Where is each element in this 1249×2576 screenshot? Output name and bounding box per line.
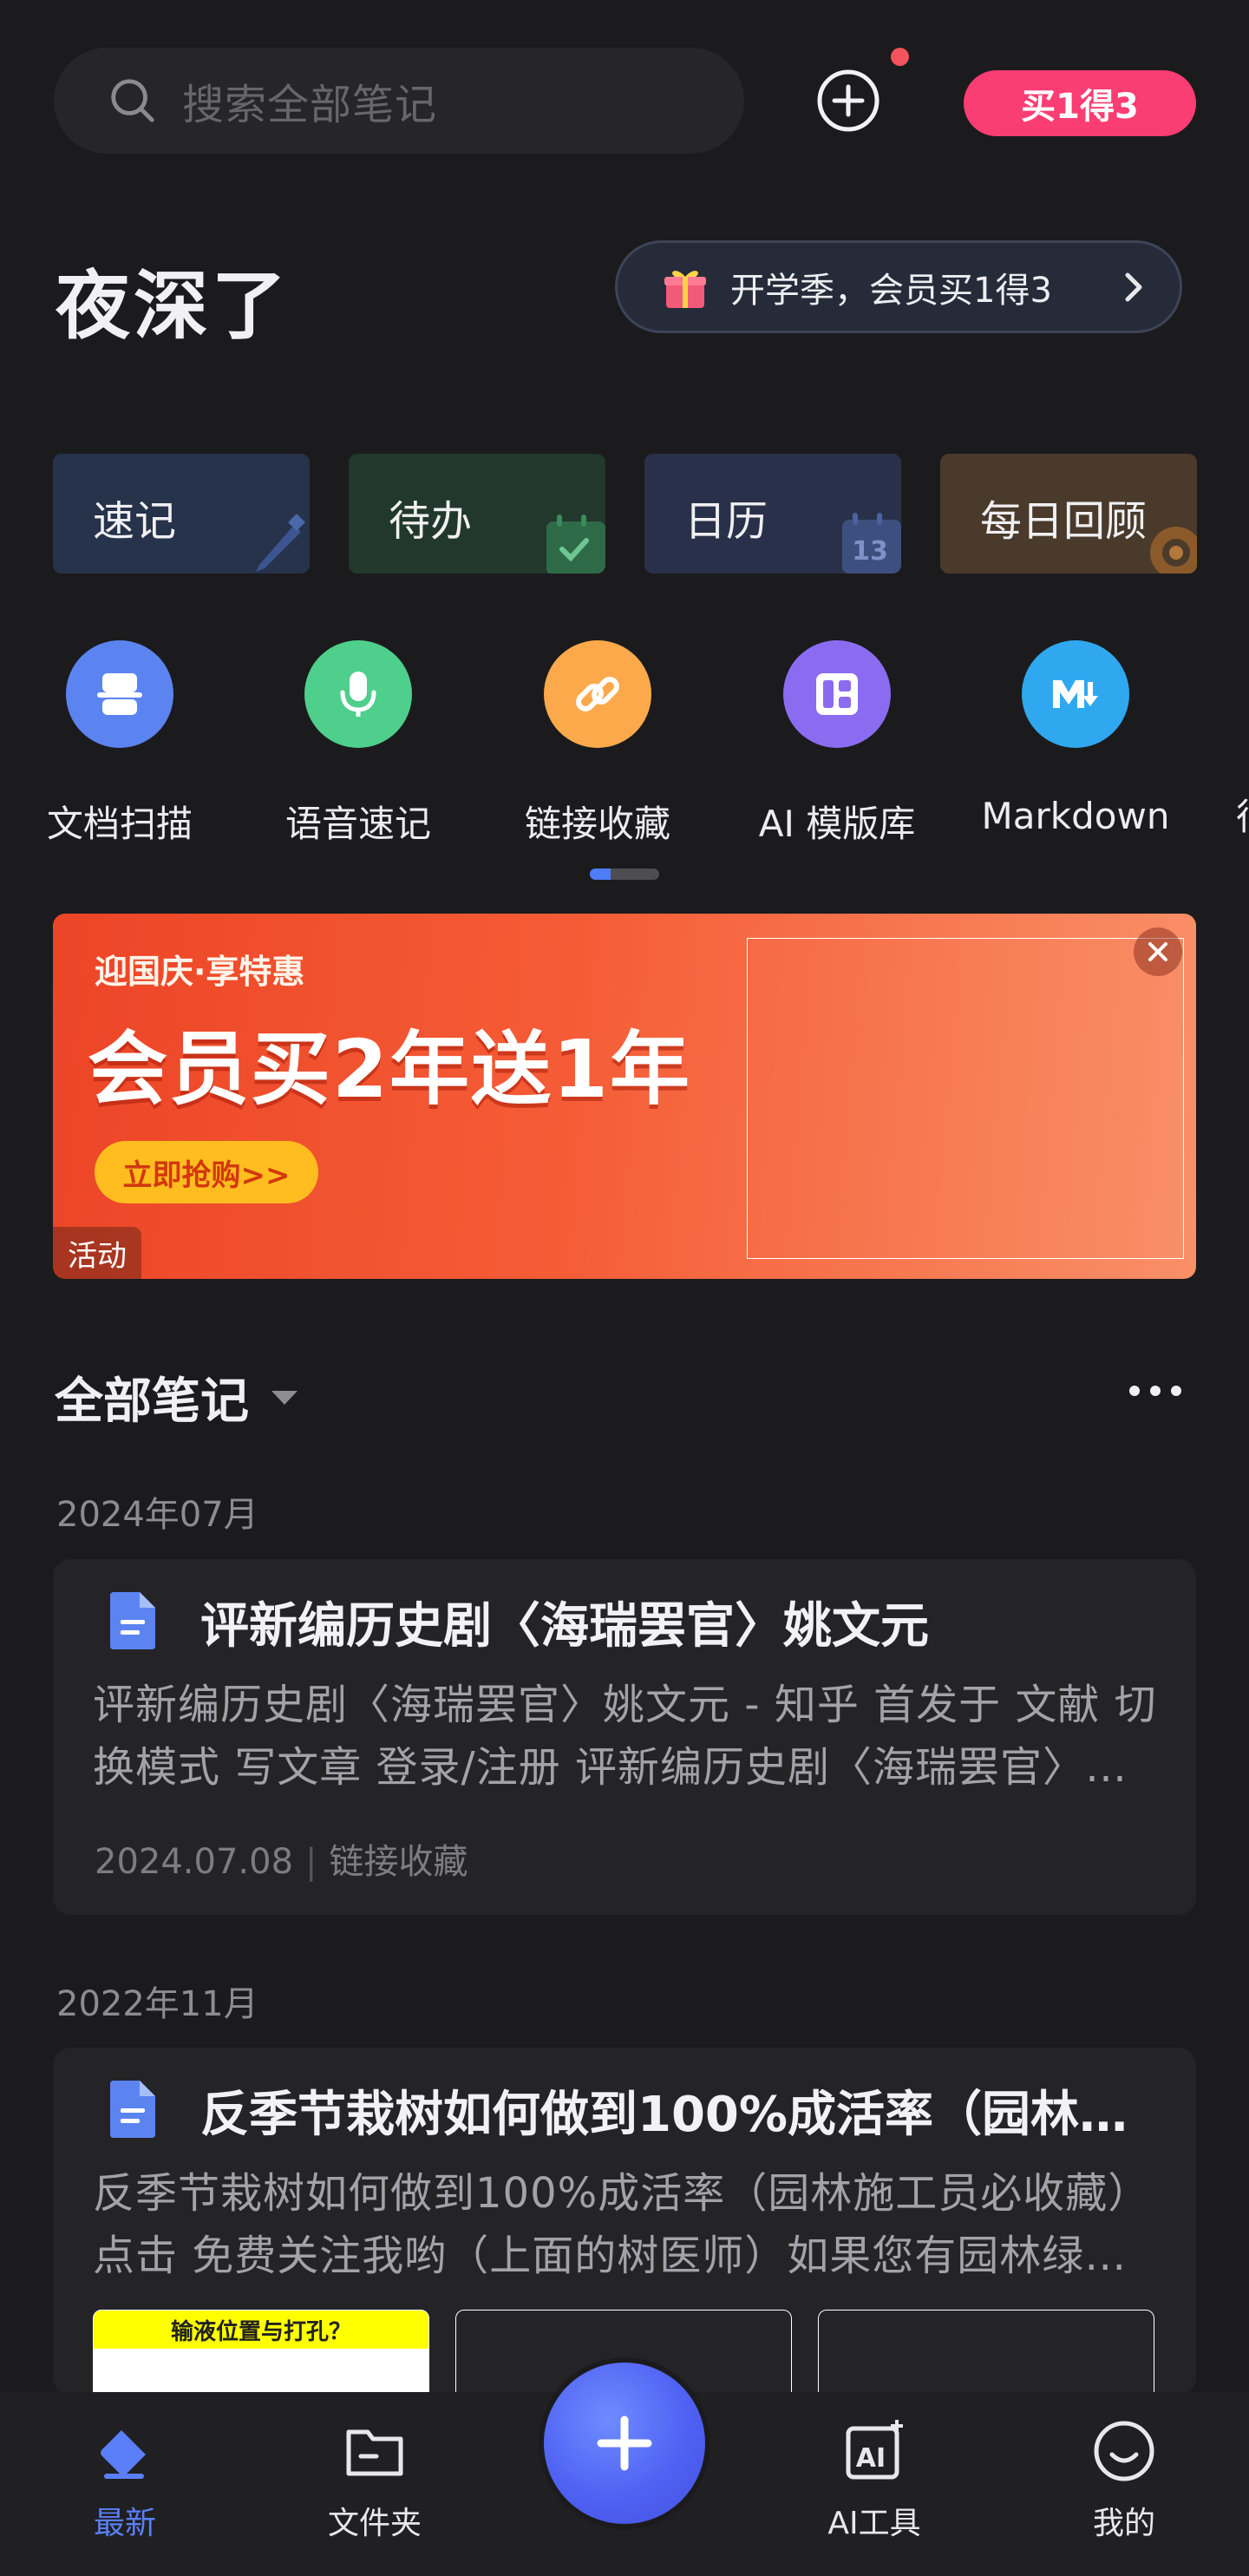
- calendar-icon: 13: [842, 513, 901, 574]
- ai-tools-icon: AI: [846, 2420, 903, 2480]
- quick-card-quick-note[interactable]: 速记: [53, 454, 310, 574]
- banner-cta-button[interactable]: 立即抢购>>: [95, 1141, 318, 1203]
- calendar-day: 13: [852, 536, 888, 567]
- tool-label: 链接收藏: [524, 803, 670, 845]
- quick-card-calendar[interactable]: 日历 13: [644, 454, 901, 574]
- link-icon: [576, 677, 619, 711]
- nav-tab-ai-tools[interactable]: AI AI工具: [788, 2416, 961, 2543]
- document-icon: [110, 1592, 155, 1649]
- tools-page-indicator: [590, 868, 659, 880]
- note-thumbnail: 输液位置与打孔？: [93, 2310, 429, 2395]
- note-thumbnail: [818, 2310, 1154, 2395]
- banner-subtitle: 迎国庆·享特惠: [95, 953, 305, 991]
- tool-label: AI 模版库: [758, 803, 916, 845]
- thumbnail-caption: 输液位置与打孔？: [94, 2311, 428, 2349]
- note-snippet: 评新编历史剧〈海瑞罢官〉姚文元 - 知乎 首发于 文献 切换模式 写文章 登录/…: [93, 1681, 1157, 1792]
- quick-card-label: 日历: [684, 497, 768, 546]
- notification-dot: [891, 48, 909, 66]
- notes-filter-dropdown[interactable]: 全部笔记: [55, 1362, 299, 1432]
- nav-tab-folders[interactable]: 文件夹: [288, 2416, 461, 2543]
- note-title: 评新编历史剧〈海瑞罢官〉姚文元: [200, 1598, 929, 1655]
- close-icon[interactable]: [1134, 927, 1182, 976]
- month-header: 2022年11月: [56, 1984, 258, 2024]
- campaign-pill-button[interactable]: 开学季，会员买1得3: [615, 240, 1182, 333]
- quick-card-label: 待办: [389, 497, 473, 546]
- tool-voice-note[interactable]: 语音速记: [245, 640, 471, 848]
- markdown-icon: [1053, 680, 1098, 708]
- quick-card-todo[interactable]: 待办: [349, 454, 605, 574]
- folder-icon: [346, 2429, 403, 2476]
- note-source: 链接收藏: [329, 1842, 468, 1882]
- campaign-text: 开学季，会员买1得3: [730, 270, 1052, 311]
- caret-down-icon: [271, 1390, 298, 1405]
- banner-illustration: [747, 938, 1184, 1259]
- search-placeholder: 搜索全部笔记: [182, 81, 438, 129]
- nav-label: 文件夹: [327, 2506, 422, 2541]
- note-date: 2024.07.08: [95, 1842, 294, 1882]
- quick-card-label: 每日回顾: [980, 497, 1148, 546]
- search-icon: [111, 79, 154, 122]
- gift-icon: [664, 270, 706, 308]
- tool-markdown[interactable]: Markdown: [963, 640, 1188, 837]
- latest-icon: [101, 2430, 146, 2479]
- chevron-right-icon: [1125, 272, 1142, 301]
- month-header: 2024年07月: [56, 1495, 258, 1535]
- tool-link-collect[interactable]: 链接收藏: [485, 640, 710, 848]
- note-snippet: 反季节栽树如何做到100%成活率（园林施工员必收藏）点击 免费关注我哟（上面的树…: [93, 2169, 1151, 2280]
- note-meta: 2024.07.08 | 链接收藏: [95, 1842, 468, 1882]
- svg-text:AI: AI: [856, 2443, 886, 2474]
- plus-icon: [597, 2415, 652, 2471]
- note-card[interactable]: 评新编历史剧〈海瑞罢官〉姚文元 评新编历史剧〈海瑞罢官〉姚文元 - 知乎 首发于…: [53, 1559, 1196, 1915]
- check-icon: [546, 515, 605, 574]
- note-card[interactable]: 反季节栽树如何做到100%成活率（园林施工员必收藏） 反季节栽树如何做到100%…: [53, 2048, 1196, 2395]
- document-icon: [110, 2081, 155, 2138]
- smiley-icon: [1094, 2421, 1154, 2481]
- review-icon: [1150, 527, 1197, 574]
- add-icon[interactable]: [815, 68, 881, 134]
- quick-card-daily-review[interactable]: 每日回顾: [940, 454, 1197, 574]
- microphone-icon: [340, 672, 376, 717]
- tool-label: Markdown: [981, 795, 1170, 837]
- more-icon[interactable]: [1128, 1384, 1183, 1398]
- nav-tab-latest[interactable]: 最新: [38, 2416, 212, 2543]
- tool-label-partial[interactable]: 很: [1236, 788, 1249, 841]
- pencil-icon: [256, 514, 305, 572]
- scan-icon: [97, 673, 142, 715]
- quick-card-label: 速记: [93, 497, 177, 546]
- template-icon: [816, 673, 858, 715]
- banner-tag: 活动: [53, 1227, 141, 1279]
- nav-tab-profile[interactable]: 我的: [1037, 2416, 1211, 2543]
- nav-label: AI工具: [827, 2506, 921, 2541]
- nav-label: 我的: [1092, 2506, 1155, 2541]
- tool-label: 文档扫描: [46, 803, 193, 845]
- tool-document-scan[interactable]: 文档扫描: [7, 640, 232, 848]
- note-title: 反季节栽树如何做到100%成活率（园林施工员必收藏）: [200, 2087, 1163, 2143]
- promo-banner[interactable]: 迎国庆·享特惠 会员买2年送1年 立即抢购>> 活动: [53, 914, 1196, 1279]
- banner-headline: 会员买2年送1年: [88, 1023, 692, 1116]
- greeting-title: 夜深了: [56, 263, 290, 350]
- notes-section-title: 全部笔记: [55, 1373, 249, 1430]
- tool-label: 语音速记: [284, 803, 431, 845]
- nav-label: 最新: [93, 2506, 156, 2541]
- promo-badge-button[interactable]: 买1得3: [964, 70, 1196, 136]
- search-bar[interactable]: 搜索全部笔记: [54, 48, 744, 154]
- new-note-fab-button[interactable]: [544, 2363, 705, 2524]
- tool-ai-templates[interactable]: AI 模版库: [724, 640, 950, 848]
